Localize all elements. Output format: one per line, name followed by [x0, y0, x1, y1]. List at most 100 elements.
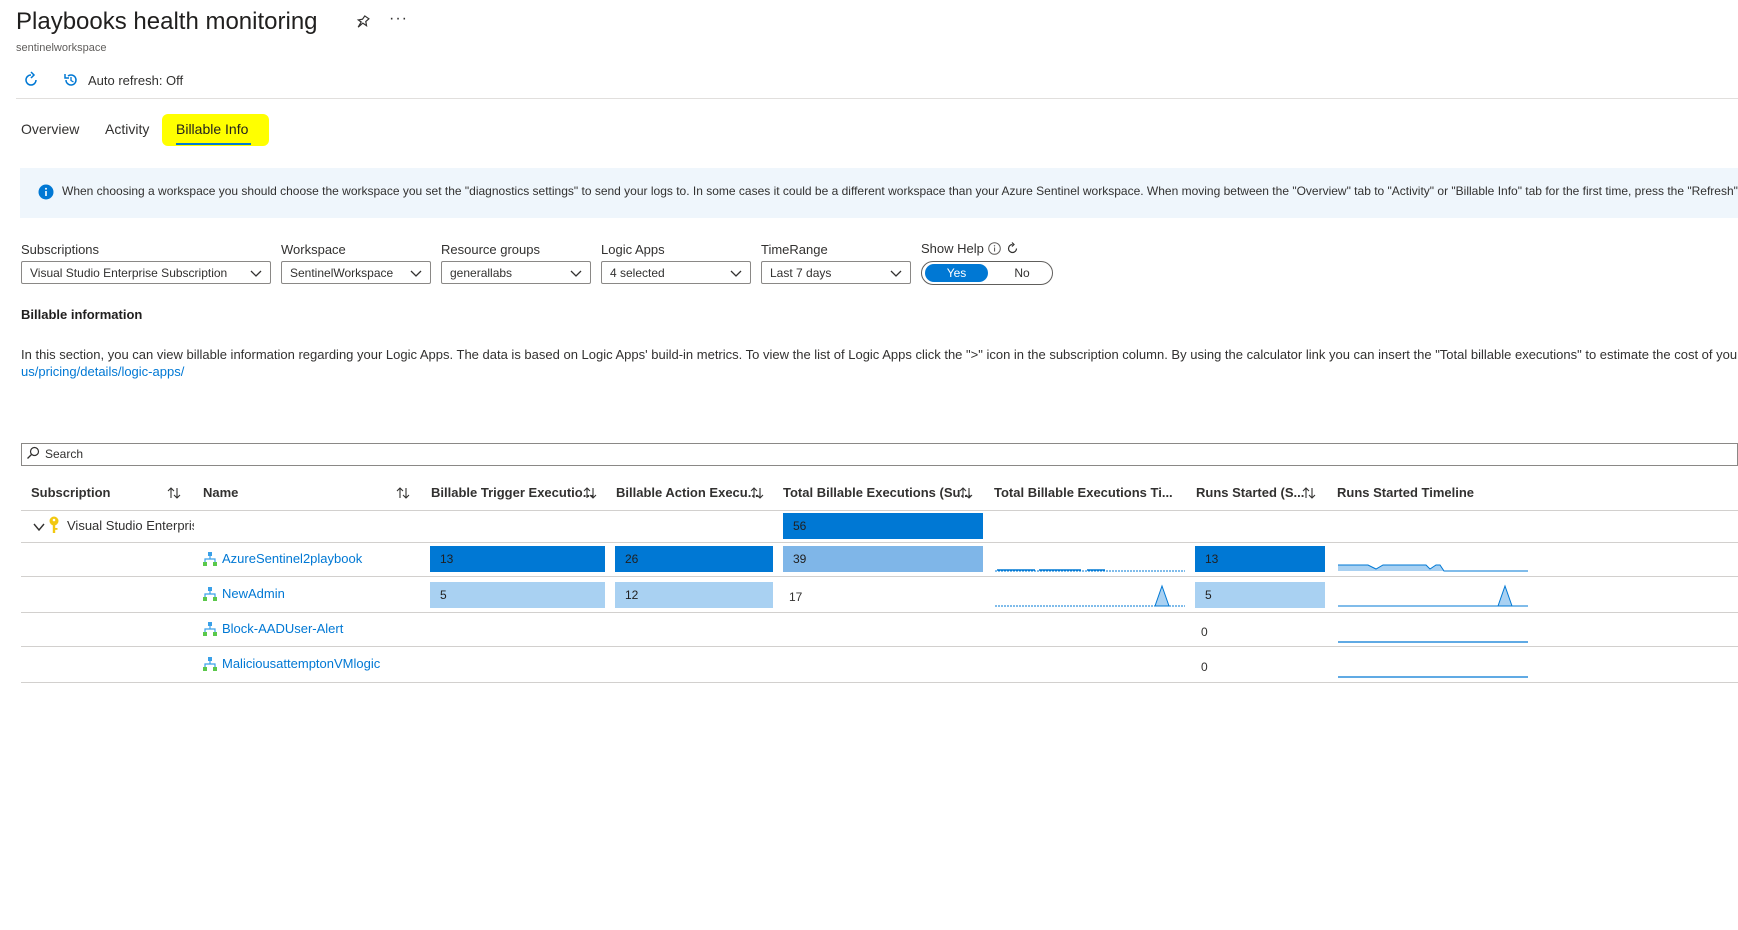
help-info-icon[interactable]	[988, 242, 1001, 255]
subscriptions-value: Visual Studio Enterprise Subscription	[30, 266, 228, 280]
auto-refresh-label: Auto refresh: Off	[88, 72, 184, 88]
section-title: Billable information	[21, 307, 143, 322]
search-placeholder: Search	[45, 447, 84, 461]
logic-apps-dropdown[interactable]: 4 selected	[601, 261, 751, 284]
logic-apps-label: Logic Apps	[601, 242, 665, 257]
resource-groups-label: Resource groups	[441, 242, 540, 257]
header-runs-started[interactable]: Runs Started (S...	[1196, 485, 1304, 500]
total-value: 17	[789, 590, 803, 604]
trigger-bar: 13	[430, 546, 605, 572]
row-divider	[21, 646, 1738, 647]
total-timeline-sparkline	[995, 584, 1185, 607]
history-icon	[64, 74, 77, 86]
runs-timeline-sparkline	[1338, 584, 1528, 607]
pricing-link[interactable]: us/pricing/details/logic-apps/	[21, 364, 184, 379]
row-divider	[21, 612, 1738, 613]
action-value: 12	[625, 588, 639, 602]
toggle-no[interactable]: No	[1002, 264, 1042, 282]
subscriptions-label: Subscriptions	[21, 242, 100, 257]
logic-app-icon	[203, 622, 217, 636]
show-help-text: Show Help	[921, 241, 984, 256]
action-bar: 12	[615, 582, 773, 608]
workspace-dropdown[interactable]: SentinelWorkspace	[281, 261, 431, 284]
action-value: 26	[625, 552, 639, 566]
tab-overview[interactable]: Overview	[21, 121, 79, 137]
header-total-billable[interactable]: Total Billable Executions (Su...	[783, 485, 971, 500]
runs-value: 13	[1205, 552, 1219, 566]
sort-icon[interactable]	[958, 485, 974, 501]
timerange-dropdown[interactable]: Last 7 days	[761, 261, 911, 284]
timerange-label: TimeRange	[761, 242, 828, 257]
total-timeline-sparkline	[995, 569, 1185, 572]
more-options-icon[interactable]: ···	[389, 10, 408, 28]
runs-value: 5	[1205, 588, 1212, 602]
logic-app-icon	[203, 552, 217, 566]
show-help-label: Show Help	[921, 241, 984, 256]
logic-app-link[interactable]: Block-AADUser-Alert	[222, 621, 343, 636]
runs-value: 0	[1201, 625, 1208, 639]
workspace-value: SentinelWorkspace	[290, 266, 394, 280]
trigger-value: 5	[440, 588, 447, 602]
row-divider	[21, 542, 1738, 543]
runs-timeline-sparkline	[1338, 641, 1528, 643]
sort-icon[interactable]	[166, 485, 182, 501]
show-help-toggle[interactable]: Yes No	[921, 261, 1053, 285]
row-divider	[21, 576, 1738, 577]
header-billable-trigger[interactable]: Billable Trigger Executio...	[431, 485, 594, 500]
action-bar: 26	[615, 546, 773, 572]
row-divider	[21, 510, 1738, 511]
logic-apps-value: 4 selected	[610, 266, 665, 280]
sort-icon[interactable]	[582, 485, 598, 501]
sort-icon[interactable]	[749, 485, 765, 501]
trigger-bar: 5	[430, 582, 605, 608]
info-banner-text: When choosing a workspace you should cho…	[62, 184, 1738, 198]
search-input[interactable]	[21, 443, 1738, 466]
search-icon	[27, 446, 40, 459]
tab-billable-info[interactable]: Billable Info	[176, 121, 248, 137]
header-runs-started-timeline[interactable]: Runs Started Timeline	[1337, 485, 1474, 500]
chevron-down-icon	[890, 270, 902, 277]
auto-refresh-button[interactable]: Auto refresh: Off	[62, 71, 183, 89]
group-subscription-name: Visual Studio Enterpris	[67, 518, 194, 533]
subscriptions-dropdown[interactable]: Visual Studio Enterprise Subscription	[21, 261, 271, 284]
resource-groups-value: generallabs	[450, 266, 513, 280]
header-billable-action[interactable]: Billable Action Execu...	[616, 485, 759, 500]
page-title: Playbooks health monitoring	[16, 8, 318, 35]
runs-value: 0	[1201, 660, 1208, 674]
runs-bar: 5	[1195, 582, 1325, 608]
resource-groups-dropdown[interactable]: generallabs	[441, 261, 591, 284]
workspace-label: Workspace	[281, 242, 346, 257]
header-name[interactable]: Name	[203, 485, 238, 500]
workspace-subtitle: sentinelworkspace	[16, 42, 107, 54]
runs-timeline-sparkline	[1338, 676, 1528, 678]
chevron-down-icon[interactable]	[32, 520, 46, 534]
section-description: In this section, you can view billable i…	[21, 347, 1738, 362]
logic-app-link[interactable]: NewAdmin	[222, 586, 285, 601]
tab-activity[interactable]: Activity	[105, 121, 149, 137]
chevron-down-icon	[730, 270, 742, 277]
timerange-value: Last 7 days	[770, 266, 832, 280]
trigger-value: 13	[440, 552, 454, 566]
chevron-down-icon	[250, 270, 262, 277]
logic-app-link[interactable]: MaliciousattemptonVMlogic	[222, 656, 380, 671]
header-total-billable-timeline[interactable]: Total Billable Executions Ti...	[994, 485, 1173, 500]
header-subscription[interactable]: Subscription	[31, 485, 110, 500]
toggle-yes[interactable]: Yes	[925, 264, 988, 282]
refresh-icon	[25, 71, 37, 86]
header-divider	[16, 98, 1738, 99]
info-icon	[38, 184, 54, 200]
logic-app-icon	[203, 657, 217, 671]
key-icon	[49, 516, 59, 533]
total-value: 39	[793, 552, 807, 566]
sort-icon[interactable]	[395, 485, 411, 501]
group-total-bar: 56	[783, 513, 983, 539]
logic-app-icon	[203, 587, 217, 601]
pin-icon[interactable]	[355, 14, 371, 30]
sort-icon[interactable]	[1301, 485, 1317, 501]
logic-app-link[interactable]: AzureSentinel2playbook	[222, 551, 362, 566]
runs-bar: 13	[1195, 546, 1325, 572]
refresh-button[interactable]	[22, 71, 40, 89]
chevron-down-icon	[410, 270, 422, 277]
runs-timeline-sparkline	[1338, 564, 1528, 572]
reset-icon[interactable]	[1006, 242, 1019, 255]
